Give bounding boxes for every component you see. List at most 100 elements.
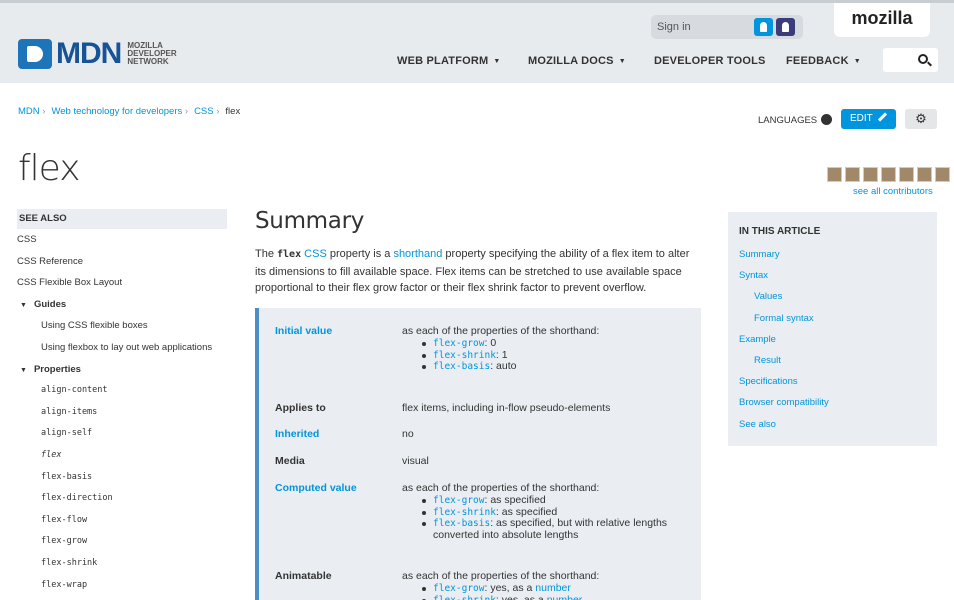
shorthand-link[interactable]: shorthand	[393, 248, 442, 260]
avatar[interactable]	[935, 167, 950, 182]
page-title: flex	[18, 148, 80, 189]
sidebar-item[interactable]: align-self	[17, 423, 227, 445]
sidebar-item-label: Properties	[33, 363, 81, 375]
toc-item[interactable]: Summary	[739, 244, 937, 265]
property-link[interactable]: flex-grow	[433, 495, 484, 506]
property-value-text: : 1	[495, 348, 508, 361]
sidebar-item[interactable]: flex-wrap	[17, 575, 227, 597]
toc-item[interactable]: Example	[739, 329, 937, 350]
property-link[interactable]: flex-shrink	[433, 595, 496, 600]
nav-label: MOZILLA DOCS	[528, 55, 614, 67]
search-input[interactable]	[883, 48, 938, 72]
animatable-value-text: as each of the properties of the shortha…	[402, 570, 600, 582]
sidebar-item-label: Using flexbox to lay out web application…	[41, 341, 213, 353]
type-link[interactable]: number	[535, 582, 571, 594]
avatar[interactable]	[863, 167, 878, 182]
sidebar-item-label: flex	[41, 449, 62, 460]
toc-item[interactable]: Result	[739, 350, 937, 371]
type-link[interactable]: number	[547, 594, 583, 600]
summary-paragraph: The flex CSS property is a shorthand pro…	[255, 246, 703, 297]
languages-menu[interactable]: LANGUAGES	[758, 114, 833, 126]
toc-item[interactable]: Specifications	[739, 371, 937, 392]
avatar[interactable]	[827, 167, 842, 182]
property-link[interactable]: flex-grow	[433, 338, 484, 349]
sidebar-item[interactable]: flex-shrink	[17, 553, 227, 575]
sidebar-heading: SEE ALSO	[17, 209, 227, 229]
list-item: flex-grow: 0	[422, 337, 692, 350]
sidebar-item-label: align-content	[41, 385, 108, 396]
sidebar-item-label: CSS Reference	[17, 255, 84, 267]
breadcrumb-mdn[interactable]: MDN	[18, 106, 40, 117]
sidebar-item[interactable]: flex-grow	[17, 531, 227, 553]
person-icon[interactable]	[754, 18, 773, 36]
sidebar: SEE ALSO CSS CSS Reference CSS Flexible Bo…	[17, 209, 227, 596]
property-link[interactable]: flex-shrink	[433, 507, 496, 518]
summary-code: flex	[277, 249, 302, 260]
sidebar-item-label: align-items	[41, 406, 98, 417]
sidebar-item[interactable]: flex-direction	[17, 488, 227, 510]
sidebar-item[interactable]: Using CSS flexible boxes	[17, 315, 227, 337]
mozilla-tab[interactable]: mozilla	[834, 3, 930, 37]
breadcrumb-css[interactable]: CSS	[194, 106, 214, 117]
search-icon[interactable]	[918, 54, 928, 64]
property-link[interactable]: flex-grow	[433, 583, 484, 594]
sidebar-item[interactable]: flex	[17, 445, 227, 467]
github-icon[interactable]	[776, 18, 795, 36]
summary-heading: Summary	[255, 208, 365, 234]
property-link[interactable]: flex-basis	[433, 361, 490, 372]
sidebar-item[interactable]: ▼ Guides	[17, 294, 227, 316]
toc-item[interactable]: Values	[739, 286, 937, 307]
toc-item[interactable]: Syntax	[739, 265, 937, 286]
edit-button[interactable]: EDIT	[841, 109, 896, 129]
nav-web-platform[interactable]: WEB PLATFORM ▼	[397, 55, 501, 67]
sidebar-item-label: flex-direction	[41, 493, 113, 504]
signin-label[interactable]: Sign in	[657, 21, 691, 33]
breadcrumb-separator: ›	[213, 106, 220, 117]
property-value-text: : yes, as a	[495, 593, 547, 600]
avatar[interactable]	[917, 167, 932, 182]
avatar[interactable]	[845, 167, 860, 182]
property-value-text: : yes, as a	[484, 582, 536, 594]
property-value-text: : 0	[484, 337, 497, 349]
initial-value-list: flex-grow: 0 flex-shrink: 1 flex-basis: au…	[422, 337, 692, 373]
pencil-icon	[877, 112, 887, 122]
see-all-contributors-link[interactable]: see all contributors	[853, 186, 933, 197]
property-link[interactable]: flex-shrink	[433, 350, 496, 361]
sidebar-item[interactable]: align-content	[17, 380, 227, 402]
sidebar-item[interactable]: ▼ Properties	[17, 359, 227, 381]
sidebar-item[interactable]: flex-basis	[17, 467, 227, 489]
breadcrumb-separator: ›	[182, 106, 189, 117]
property-link[interactable]: flex-basis	[433, 518, 490, 529]
sidebar-item-label: CSS	[17, 234, 37, 245]
expand-triangle-icon[interactable]: ▼	[20, 360, 27, 382]
toc-item[interactable]: Browser compatibility	[739, 392, 937, 413]
nav-mozilla-docs[interactable]: MOZILLA DOCS ▼	[528, 55, 626, 67]
initial-value-text: as each of the properties of the shortha…	[402, 325, 600, 337]
expand-triangle-icon[interactable]: ▼	[20, 295, 27, 317]
avatar[interactable]	[881, 167, 896, 182]
sidebar-item[interactable]: flex-flow	[17, 510, 227, 532]
animatable-value-list: flex-grow: yes, as a number flex-shrink: …	[422, 582, 692, 600]
toc-item[interactable]: See also	[739, 414, 937, 435]
inherited-link[interactable]: Inherited	[275, 428, 395, 440]
initial-value-link[interactable]: Initial value	[275, 325, 395, 337]
sidebar-item[interactable]: CSS Reference	[17, 251, 227, 273]
sidebar-item[interactable]: Using flexbox to lay out web application…	[17, 337, 227, 359]
sidebar-item-label: Using CSS flexible boxes	[41, 320, 148, 332]
css-link[interactable]: CSS	[304, 248, 327, 260]
breadcrumb-web-tech[interactable]: Web technology for developers	[51, 106, 182, 117]
properties-table: Initial value as each of the properties …	[255, 308, 701, 600]
sidebar-item[interactable]: CSS	[17, 229, 227, 251]
animatable-value: as each of the properties of the shortha…	[402, 570, 692, 600]
contributor-avatars	[827, 167, 950, 182]
sidebar-item[interactable]: CSS Flexible Box Layout	[17, 272, 227, 294]
toc-list: Summary Syntax Values Formal syntax Example R…	[739, 244, 937, 435]
property-value-text: : as specified	[484, 494, 546, 506]
toc-item[interactable]: Formal syntax	[739, 308, 937, 329]
computed-value-link[interactable]: Computed value	[275, 482, 395, 494]
nav-developer-tools[interactable]: DEVELOPER TOOLS	[654, 55, 766, 67]
nav-feedback[interactable]: FEEDBACK ▼	[786, 55, 861, 67]
settings-button[interactable]: ⚙	[905, 109, 937, 129]
sidebar-item[interactable]: align-items	[17, 402, 227, 424]
avatar[interactable]	[899, 167, 914, 182]
